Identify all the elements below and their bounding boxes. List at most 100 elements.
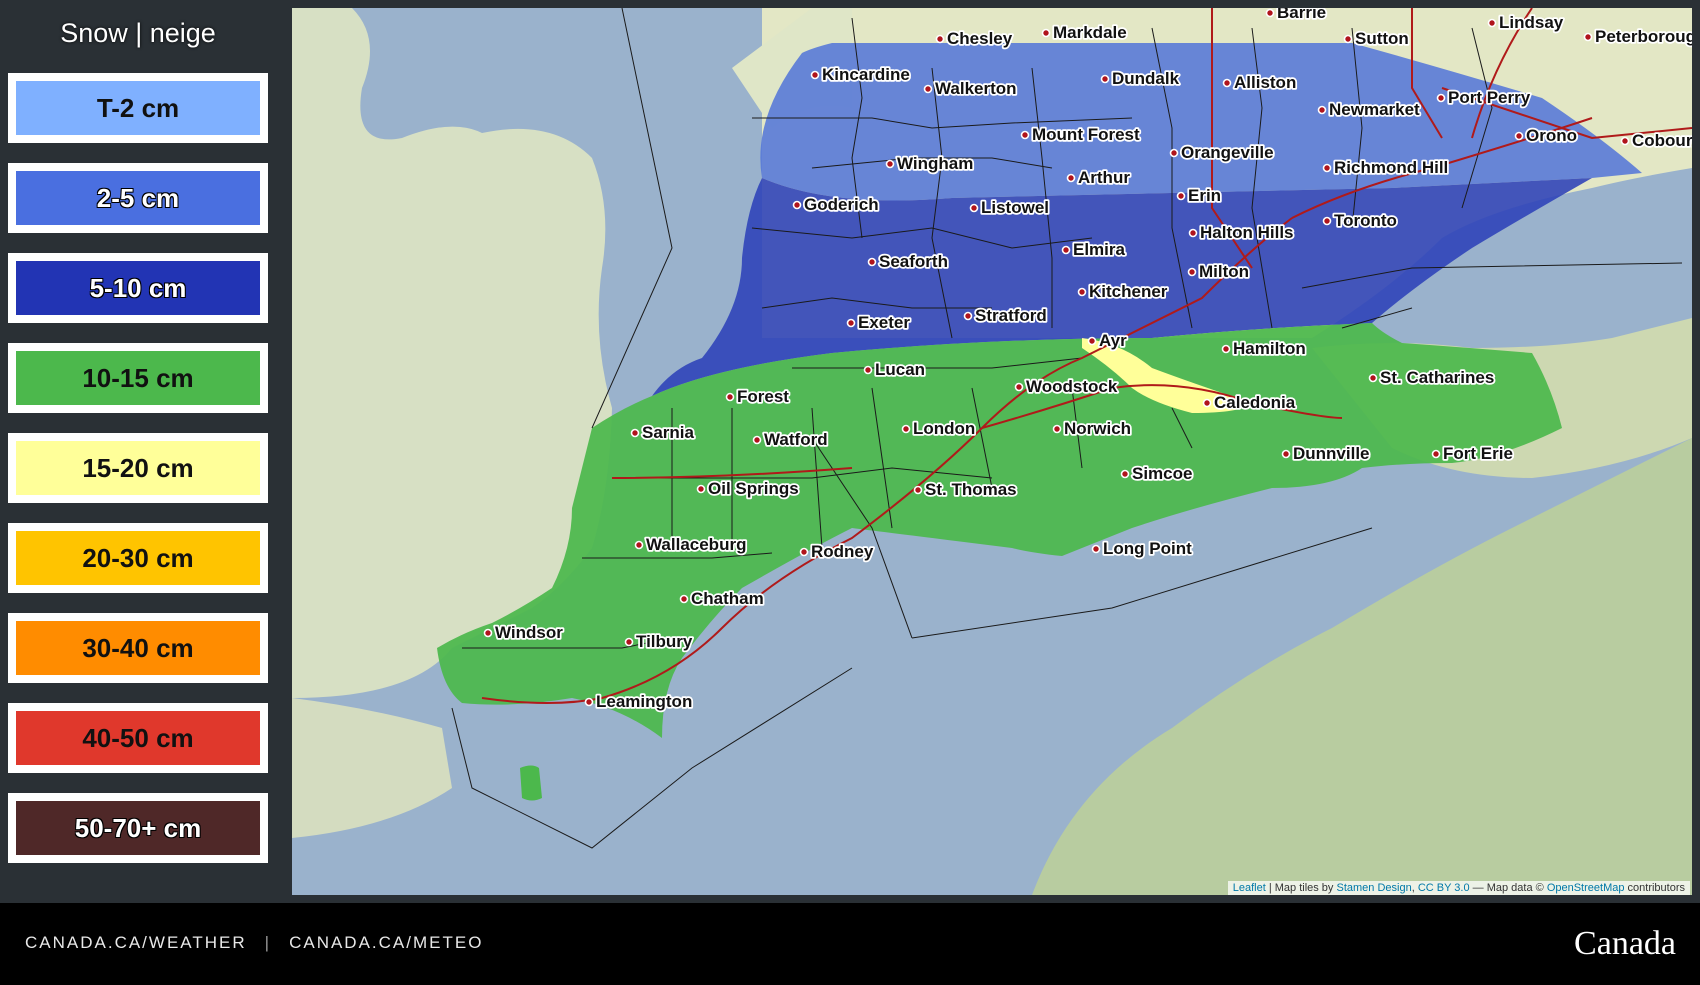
city-alliston[interactable]: Alliston: [1222, 71, 1298, 94]
svg-text:Chesley: Chesley: [947, 29, 1013, 48]
city-hamilton[interactable]: Hamilton: [1221, 337, 1307, 360]
svg-text:Seaforth: Seaforth: [879, 252, 948, 271]
svg-text:Rodney: Rodney: [811, 542, 874, 561]
legend-swatch: 10-15 cm: [16, 351, 260, 405]
map[interactable]: Barrie Lindsay Peterborough Sutton Markd…: [292, 8, 1692, 895]
city-markdale[interactable]: Markdale: [1041, 21, 1128, 44]
canada-wordmark: Canada: [1574, 925, 1676, 962]
city-caledonia[interactable]: Caledonia: [1202, 391, 1298, 414]
city-richmond-hill[interactable]: Richmond Hill: [1322, 156, 1450, 179]
svg-text:Barrie: Barrie: [1277, 8, 1326, 22]
city-cobourg[interactable]: Cobourg: [1620, 129, 1693, 152]
license-link[interactable]: CC BY 3.0: [1418, 882, 1470, 894]
legend-item: 10-15 cm: [8, 343, 268, 413]
city-toronto[interactable]: Toronto: [1322, 209, 1399, 232]
svg-text:Orangeville: Orangeville: [1181, 143, 1274, 162]
svg-text:Exeter: Exeter: [858, 313, 910, 332]
city-listowel[interactable]: Listowel: [969, 196, 1051, 219]
svg-text:Watford: Watford: [764, 430, 828, 449]
svg-text:Alliston: Alliston: [1234, 73, 1296, 92]
svg-text:Kitchener: Kitchener: [1089, 282, 1168, 301]
svg-text:Peterborough: Peterborough: [1595, 27, 1692, 46]
svg-text:Newmarket: Newmarket: [1329, 100, 1420, 119]
svg-text:Windsor: Windsor: [495, 623, 563, 642]
city-st-thomas[interactable]: St. Thomas: [913, 478, 1018, 501]
svg-text:Kincardine: Kincardine: [822, 65, 910, 84]
city-rodney[interactable]: Rodney: [799, 540, 876, 563]
legend-swatch: 50-70+ cm: [16, 801, 260, 855]
svg-text:Long Point: Long Point: [1103, 539, 1192, 558]
legend-item: 30-40 cm: [8, 613, 268, 683]
svg-text:Wallaceburg: Wallaceburg: [646, 535, 746, 554]
city-port-perry[interactable]: Port Perry: [1436, 86, 1532, 109]
stamen-link[interactable]: Stamen Design: [1336, 882, 1411, 894]
svg-text:Walkerton: Walkerton: [935, 79, 1017, 98]
city-long-point[interactable]: Long Point: [1091, 537, 1194, 560]
city-norwich[interactable]: Norwich: [1052, 417, 1133, 440]
city-peterborough[interactable]: Peterborough: [1583, 25, 1693, 48]
map-attribution: Leaflet | Map tiles by Stamen Design, CC…: [1227, 881, 1690, 895]
legend-swatch: 40-50 cm: [16, 711, 260, 765]
legend-swatch: 20-30 cm: [16, 531, 260, 585]
city-fort-erie[interactable]: Fort Erie: [1431, 442, 1515, 465]
legend-swatch: T-2 cm: [16, 81, 260, 135]
city-chesley[interactable]: Chesley: [935, 27, 1014, 50]
city-seaforth[interactable]: Seaforth: [867, 250, 950, 273]
city-windsor[interactable]: Windsor: [483, 621, 565, 644]
svg-text:Dunnville: Dunnville: [1293, 444, 1370, 463]
svg-text:Chatham: Chatham: [691, 589, 764, 608]
legend-item: 5-10 cm: [8, 253, 268, 323]
svg-text:Caledonia: Caledonia: [1214, 393, 1296, 412]
city-dunnville[interactable]: Dunnville: [1281, 442, 1371, 465]
svg-text:Erin: Erin: [1188, 186, 1221, 205]
city-goderich[interactable]: Goderich: [792, 193, 880, 216]
city-woodstock[interactable]: Woodstock: [1014, 375, 1120, 398]
city-newmarket[interactable]: Newmarket: [1317, 98, 1422, 121]
svg-text:Toronto: Toronto: [1334, 211, 1397, 230]
city-dundalk[interactable]: Dundalk: [1100, 67, 1181, 90]
city-wingham[interactable]: Wingham: [885, 152, 975, 175]
svg-text:Dundalk: Dundalk: [1112, 69, 1180, 88]
city-leamington[interactable]: Leamington: [584, 690, 694, 713]
city-walkerton[interactable]: Walkerton: [923, 77, 1018, 100]
leaflet-link[interactable]: Leaflet: [1233, 882, 1266, 894]
map-canvas[interactable]: Barrie Lindsay Peterborough Sutton Markd…: [292, 8, 1692, 895]
svg-text:St. Thomas: St. Thomas: [925, 480, 1017, 499]
svg-text:Halton Hills: Halton Hills: [1200, 223, 1294, 242]
city-stratford[interactable]: Stratford: [963, 304, 1049, 327]
svg-text:Tilbury: Tilbury: [636, 632, 693, 651]
city-orangeville[interactable]: Orangeville: [1169, 141, 1275, 164]
city-halton-hills[interactable]: Halton Hills: [1188, 221, 1295, 244]
city-lindsay[interactable]: Lindsay: [1487, 11, 1566, 34]
city-tilbury[interactable]: Tilbury: [624, 630, 695, 653]
legend-swatch: 15-20 cm: [16, 441, 260, 495]
svg-text:Forest: Forest: [737, 387, 789, 406]
svg-text:Wingham: Wingham: [897, 154, 973, 173]
legend-item: 20-30 cm: [8, 523, 268, 593]
svg-text:Oil Springs: Oil Springs: [708, 479, 799, 498]
city-watford[interactable]: Watford: [752, 428, 829, 451]
svg-text:Lindsay: Lindsay: [1499, 13, 1564, 32]
footer-separator: |: [264, 933, 272, 952]
legend-item: T-2 cm: [8, 73, 268, 143]
city-simcoe[interactable]: Simcoe: [1120, 462, 1194, 485]
city-chatham[interactable]: Chatham: [679, 587, 765, 610]
legend-item: 2-5 cm: [8, 163, 268, 233]
svg-text:Listowel: Listowel: [981, 198, 1049, 217]
city-mount-forest[interactable]: Mount Forest: [1020, 123, 1142, 146]
meteo-link[interactable]: CANADA.CA/METEO: [289, 933, 483, 952]
weather-link[interactable]: CANADA.CA/WEATHER: [25, 933, 247, 952]
city-oil-springs[interactable]: Oil Springs: [696, 477, 800, 500]
city-london[interactable]: London: [901, 417, 977, 440]
legend-swatch: 5-10 cm: [16, 261, 260, 315]
city-kincardine[interactable]: Kincardine: [810, 63, 912, 86]
svg-text:Port Perry: Port Perry: [1448, 88, 1531, 107]
city-kitchener[interactable]: Kitchener: [1077, 280, 1170, 303]
city-wallaceburg[interactable]: Wallaceburg: [634, 533, 748, 556]
svg-text:Simcoe: Simcoe: [1132, 464, 1192, 483]
svg-text:Sarnia: Sarnia: [642, 423, 695, 442]
city-sutton[interactable]: Sutton: [1343, 27, 1411, 50]
svg-text:Lucan: Lucan: [875, 360, 925, 379]
osm-link[interactable]: OpenStreetMap: [1547, 882, 1625, 894]
city-st-catharines[interactable]: St. Catharines: [1368, 366, 1496, 389]
